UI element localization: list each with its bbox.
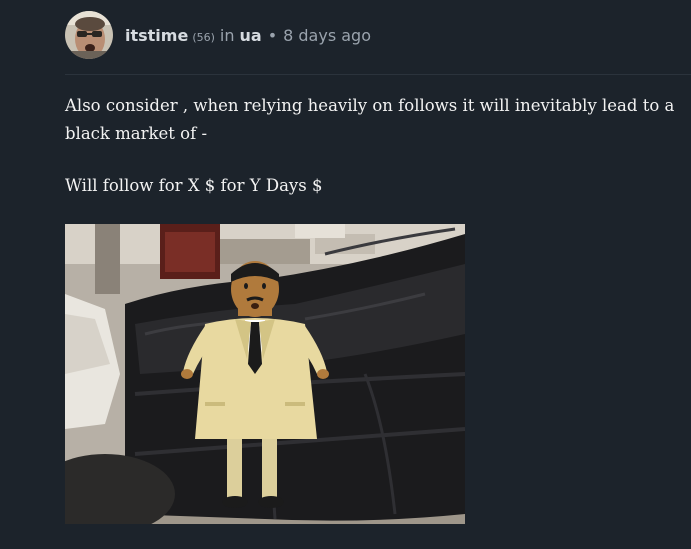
post-paragraph: Will follow for X $ for Y Days $ (65, 176, 323, 195)
community-link[interactable]: ua (240, 26, 262, 45)
author-avatar[interactable] (65, 11, 113, 59)
post-timestamp[interactable]: 8 days ago (283, 26, 371, 45)
author-reputation: (56) (192, 30, 215, 44)
embedded-gif[interactable] (65, 224, 465, 524)
meta-separator: • (267, 25, 278, 45)
header-divider (65, 74, 691, 75)
post-header: itstime (56) in ua • 8 days ago (65, 11, 691, 59)
avatar-image (65, 11, 113, 59)
in-label: in (219, 25, 235, 45)
post-meta: itstime (56) in ua • 8 days ago (125, 26, 371, 45)
post-paragraph: Also consider , when relying heavily on … (65, 96, 675, 143)
post-body: Also consider , when relying heavily on … (65, 92, 691, 224)
cartoon-man-in-suit-on-couch-icon (65, 224, 465, 524)
author-name[interactable]: itstime (125, 26, 188, 45)
